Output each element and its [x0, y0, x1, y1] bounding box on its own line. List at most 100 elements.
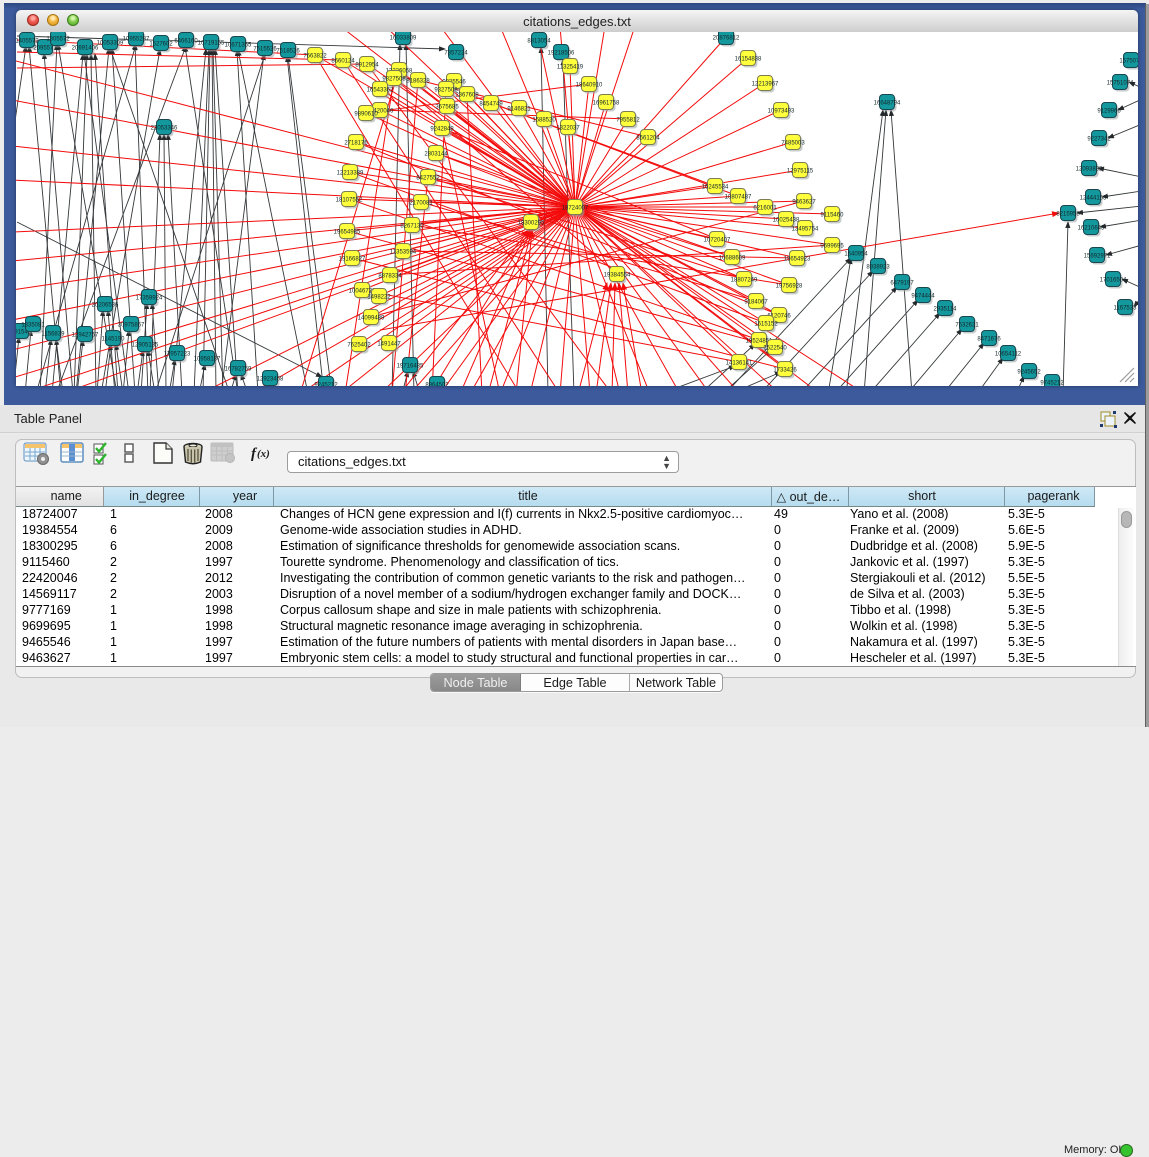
svg-text:7632621: 7632621 — [955, 323, 979, 329]
svg-text:8912954: 8912954 — [355, 63, 379, 69]
svg-text:16782759: 16782759 — [225, 367, 252, 373]
svg-text:9146821: 9146821 — [507, 107, 531, 113]
svg-text:12213967: 12213967 — [752, 82, 779, 88]
svg-text:9227342: 9227342 — [1087, 137, 1111, 143]
svg-text:10807487: 10807487 — [725, 195, 752, 201]
svg-text:2718176: 2718176 — [344, 141, 368, 147]
svg-text:6466160: 6466160 — [174, 39, 198, 45]
svg-text:12213389: 12213389 — [337, 171, 364, 177]
svg-text:10720407: 10720407 — [704, 238, 731, 244]
svg-text:18724007: 18724007 — [562, 206, 589, 212]
svg-text:18807249: 18807249 — [731, 278, 758, 284]
svg-text:10688609: 10688609 — [719, 256, 746, 262]
svg-text:16648794: 16648794 — [874, 101, 901, 107]
svg-text:8186328: 8186328 — [406, 79, 430, 85]
svg-text:18300295: 18300295 — [518, 221, 545, 227]
svg-text:2935114: 2935114 — [934, 307, 958, 313]
svg-text:17016504: 17016504 — [1100, 278, 1127, 284]
svg-text:19384554: 19384554 — [604, 273, 631, 279]
svg-text:20691406: 20691406 — [72, 46, 99, 52]
svg-text:8878334: 8878334 — [378, 274, 402, 280]
svg-text:17359924: 17359924 — [136, 296, 163, 302]
svg-text:18640910: 18640910 — [576, 83, 603, 89]
svg-text:1405572: 1405572 — [16, 39, 39, 45]
svg-text:30975867: 30975867 — [118, 323, 145, 329]
svg-text:10053309: 10053309 — [97, 41, 124, 47]
svg-text:20206536: 20206536 — [92, 303, 119, 309]
svg-text:9242848: 9242848 — [430, 127, 454, 133]
svg-text:16245534: 16245534 — [702, 185, 729, 191]
svg-text:16033809: 16033809 — [390, 36, 417, 42]
svg-text:9463627: 9463627 — [792, 200, 816, 206]
svg-text:19756928: 19756928 — [776, 284, 803, 290]
svg-text:1640954: 1640954 — [844, 252, 868, 258]
svg-text:15751074: 15751074 — [1107, 81, 1134, 87]
svg-text:8660124: 8660124 — [331, 59, 355, 65]
svg-text:1733426: 1733426 — [773, 368, 797, 374]
svg-text:10958187: 10958187 — [194, 357, 221, 363]
svg-text:7663822: 7663822 — [303, 54, 327, 60]
svg-text:1335081: 1335081 — [21, 323, 45, 329]
svg-text:1322037: 1322037 — [556, 126, 580, 132]
svg-text:12942757: 12942757 — [72, 333, 99, 339]
svg-text:1575074: 1575074 — [1119, 59, 1138, 65]
svg-text:8427552: 8427552 — [416, 176, 440, 182]
svg-text:11353594: 11353594 — [390, 250, 417, 256]
svg-text:6479197: 6479197 — [890, 281, 914, 287]
svg-text:8215958: 8215958 — [1056, 212, 1080, 218]
svg-text:9115460: 9115460 — [821, 213, 845, 219]
svg-text:8813054: 8813054 — [527, 39, 551, 45]
svg-text:(x): (x) — [257, 448, 270, 460]
svg-text:1491447: 1491447 — [377, 342, 401, 348]
svg-text:12444153: 12444153 — [1080, 196, 1107, 202]
svg-text:6216001: 6216001 — [753, 206, 777, 212]
svg-text:7518526: 7518526 — [276, 49, 300, 55]
svg-text:16543362: 16543362 — [367, 88, 394, 94]
svg-text:12923468: 12923468 — [257, 377, 284, 383]
svg-text:14099489: 14099489 — [358, 316, 385, 322]
svg-text:18107552: 18107552 — [336, 198, 363, 204]
svg-text:1167533: 1167533 — [1114, 306, 1138, 312]
svg-text:16961758: 16961758 — [593, 101, 620, 107]
svg-text:2367608: 2367608 — [455, 93, 479, 99]
svg-text:14136141: 14136141 — [726, 361, 753, 367]
svg-text:9699695: 9699695 — [820, 244, 844, 250]
svg-text:12905135: 12905135 — [132, 343, 159, 349]
svg-text:12093832: 12093832 — [1076, 167, 1103, 173]
svg-text:8454749: 8454749 — [479, 102, 503, 108]
svg-text:19654923: 19654923 — [784, 257, 811, 263]
svg-text:8964502: 8964502 — [425, 383, 449, 387]
svg-text:9245652: 9245652 — [1017, 370, 1041, 376]
svg-text:10671355: 10671355 — [225, 43, 252, 49]
svg-text:10025438: 10025438 — [773, 218, 800, 224]
svg-text:15692971: 15692971 — [1084, 254, 1111, 260]
svg-text:9745212: 9745212 — [1040, 381, 1064, 387]
svg-text:7357224: 7357224 — [444, 51, 468, 57]
svg-text:9184067: 9184067 — [744, 300, 768, 306]
svg-text:11325419: 11325419 — [557, 65, 584, 71]
svg-text:9890610: 9890610 — [354, 112, 378, 118]
svg-text:16154838: 16154838 — [735, 57, 762, 63]
svg-text:10955287: 10955287 — [123, 37, 150, 43]
svg-text:1527602: 1527602 — [149, 42, 173, 48]
svg-text:2170081: 2170081 — [409, 201, 433, 207]
svg-text:7625402: 7625402 — [347, 343, 371, 349]
svg-text:1498222: 1498222 — [367, 295, 391, 301]
svg-text:12975115: 12975115 — [787, 169, 814, 175]
svg-text:19218506: 19218506 — [548, 51, 575, 57]
svg-text:20876812: 20876812 — [713, 36, 740, 42]
svg-text:8471676: 8471676 — [977, 337, 1001, 343]
svg-text:16210643: 16210643 — [1078, 226, 1105, 232]
svg-text:10654112: 10654112 — [995, 352, 1022, 358]
svg-text:1145190: 1145190 — [102, 337, 126, 343]
svg-text:19716485: 19716485 — [397, 364, 424, 370]
svg-text:3675685: 3675685 — [435, 105, 459, 111]
svg-text:1588520: 1588520 — [532, 118, 556, 124]
svg-text:13495754: 13495754 — [792, 227, 819, 233]
svg-text:8561204: 8561204 — [636, 136, 660, 142]
svg-text:17957223: 17957223 — [164, 352, 191, 358]
svg-text:9474444: 9474444 — [911, 294, 935, 300]
svg-text:10719155: 10719155 — [198, 41, 225, 47]
svg-text:19166827: 19166827 — [339, 257, 366, 263]
svg-text:1615152: 1615152 — [754, 322, 778, 328]
